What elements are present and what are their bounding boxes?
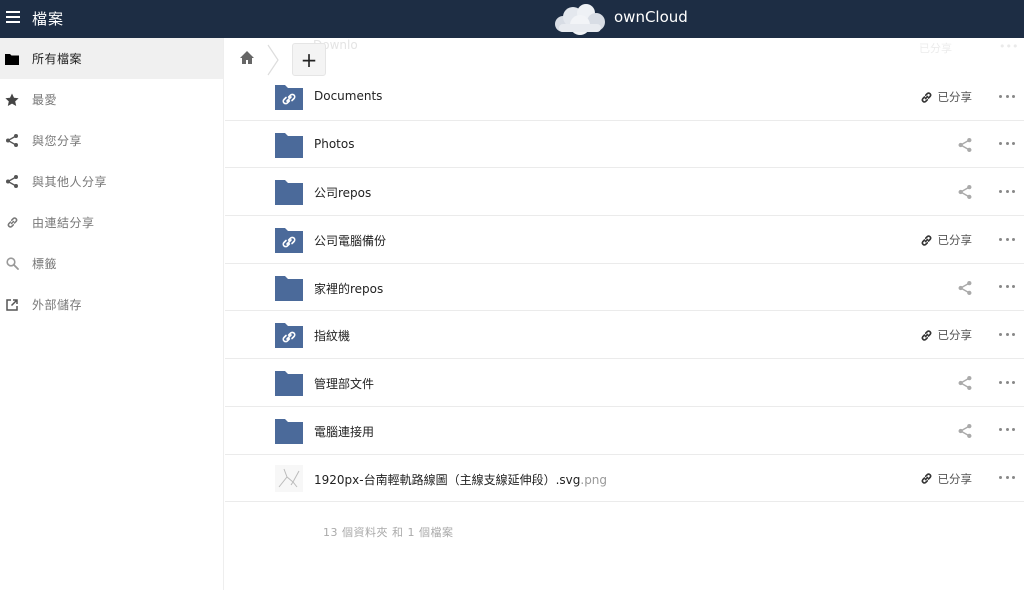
file-area: Documents 已分享 Photos 公司repos 公司電腦備份 已分享 … <box>225 38 1024 590</box>
file-row-company-repos[interactable]: 公司repos <box>225 168 1024 217</box>
more-actions-button[interactable] <box>999 184 1015 198</box>
folder-icon <box>275 371 303 397</box>
share-icon[interactable] <box>958 423 972 438</box>
home-icon[interactable] <box>239 50 255 66</box>
image-thumbnail-icon <box>275 464 303 492</box>
sidebar-item-favorites[interactable]: 最愛 <box>0 79 223 120</box>
file-name[interactable]: 管理部文件 <box>314 375 374 392</box>
more-actions-button[interactable] <box>999 280 1015 294</box>
file-name[interactable]: 家裡的repos <box>314 280 383 297</box>
search-icon <box>5 257 19 271</box>
sidebar-item-shared-by-link[interactable]: 由連結分享 <box>0 202 223 243</box>
sidebar-item-shared-with-others[interactable]: 與其他人分享 <box>0 161 223 202</box>
folder-icon <box>275 418 303 444</box>
sidebar-item-label: 標籤 <box>32 257 58 271</box>
more-actions-button[interactable] <box>999 375 1015 389</box>
top-header: 檔案 ownCloud <box>0 0 1024 38</box>
file-name[interactable]: 公司電腦備份 <box>314 232 386 249</box>
link-icon <box>5 216 19 230</box>
share-label: 已分享 <box>937 471 973 486</box>
share-icon[interactable] <box>958 376 972 391</box>
ghost-row-share: 已分享 <box>919 42 952 55</box>
sidebar-item-shared-with-you[interactable]: 與您分享 <box>0 120 223 161</box>
sidebar-item-label: 所有檔案 <box>32 52 83 66</box>
share-icon <box>5 175 19 189</box>
folder-icon <box>275 180 303 206</box>
link-icon <box>921 234 931 246</box>
link-icon <box>921 330 931 341</box>
link-icon <box>921 473 931 484</box>
file-row-home-repos[interactable]: 家裡的repos <box>225 264 1024 312</box>
shared-folder-icon <box>275 85 303 110</box>
sidebar-item-all-files[interactable]: 所有檔案 <box>0 38 223 79</box>
breadcrumb-separator-icon <box>267 44 279 76</box>
more-actions-button[interactable] <box>999 471 1015 485</box>
file-name[interactable]: 指紋機 <box>314 327 350 344</box>
sidebar-item-external-storage[interactable]: 外部儲存 <box>0 284 223 325</box>
file-row-photos[interactable]: Photos <box>225 121 1024 169</box>
sidebar-item-label: 與其他人分享 <box>32 175 108 189</box>
file-row-tainan-map[interactable]: 1920px-台南輕軌路線圖（主線支線延伸段）.svg.png 已分享 <box>225 455 1024 503</box>
file-name[interactable]: 公司repos <box>314 184 371 201</box>
share-button[interactable]: 已分享 <box>920 327 973 343</box>
share-label: 已分享 <box>937 233 973 248</box>
more-actions-button[interactable] <box>999 232 1015 246</box>
more-actions-button[interactable] <box>999 137 1015 151</box>
file-row-fingerprint[interactable]: 指紋機 已分享 <box>225 311 1024 360</box>
file-name[interactable]: 電腦連接用 <box>314 423 374 440</box>
share-icon[interactable] <box>958 185 972 200</box>
share-icon <box>5 134 19 148</box>
sidebar-item-label: 與您分享 <box>32 134 83 148</box>
share-icon[interactable] <box>958 137 972 152</box>
ghost-row-more: ••• <box>999 40 1019 53</box>
file-row-pc-connection[interactable]: 電腦連接用 <box>225 407 1024 455</box>
sidebar-item-tags[interactable]: 標籤 <box>0 243 223 284</box>
brand-name: ownCloud <box>614 8 688 26</box>
share-label: 已分享 <box>937 90 973 104</box>
folder-icon <box>275 132 303 158</box>
sidebar-item-label: 外部儲存 <box>32 298 83 312</box>
owncloud-logo-icon <box>555 4 605 35</box>
new-file-button[interactable]: + <box>292 43 326 76</box>
shared-folder-icon <box>275 323 303 349</box>
file-row-company-backup[interactable]: 公司電腦備份 已分享 <box>225 216 1024 264</box>
file-row-admin-docs[interactable]: 管理部文件 <box>225 359 1024 407</box>
folder-icon <box>5 52 19 66</box>
file-name[interactable]: Photos <box>314 137 354 151</box>
more-actions-button[interactable] <box>999 89 1015 103</box>
sidebar-item-label: 最愛 <box>32 93 58 107</box>
share-icon[interactable] <box>958 280 972 295</box>
shared-folder-icon <box>275 228 303 254</box>
file-name[interactable]: Documents <box>314 89 382 103</box>
menu-icon[interactable] <box>6 11 20 25</box>
more-actions-button[interactable] <box>999 327 1015 341</box>
file-name[interactable]: 1920px-台南輕軌路線圖（主線支線延伸段）.svg.png <box>314 471 607 488</box>
sidebar-item-label: 由連結分享 <box>32 216 95 230</box>
more-actions-button[interactable] <box>999 423 1015 437</box>
file-summary: 13 個資料夾 和 1 個檔案 <box>323 526 454 539</box>
share-label: 已分享 <box>937 328 973 343</box>
link-icon <box>921 91 931 103</box>
folder-icon <box>275 275 303 301</box>
star-icon <box>5 93 19 107</box>
share-button[interactable]: 已分享 <box>920 232 973 248</box>
external-icon <box>5 298 19 312</box>
share-button[interactable]: 已分享 <box>920 471 973 487</box>
file-list: Documents 已分享 Photos 公司repos 公司電腦備份 已分享 … <box>225 73 1024 503</box>
sidebar: 所有檔案 最愛 與您分享 與其他人分享 由連結分享 標籤 外部儲存 <box>0 38 224 590</box>
share-button[interactable]: 已分享 <box>920 89 973 105</box>
controls-bar: Downlo 已分享 ••• + <box>225 38 1024 82</box>
app-title[interactable]: 檔案 <box>32 8 64 29</box>
